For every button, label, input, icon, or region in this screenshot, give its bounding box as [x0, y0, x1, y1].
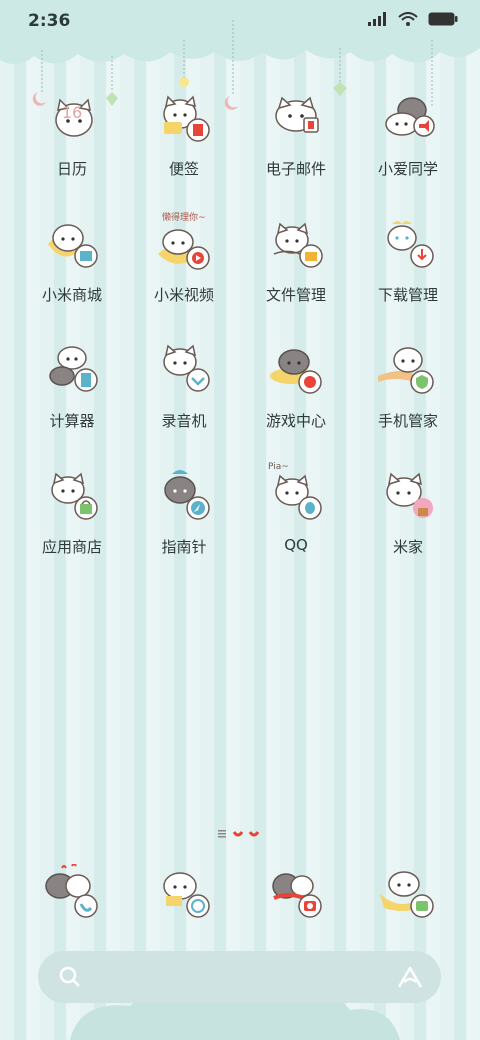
security-icon — [378, 347, 434, 394]
app-label: 指南针 — [161, 538, 207, 556]
app-label: 录音机 — [161, 412, 207, 430]
wifi-icon — [398, 12, 418, 26]
search-icon[interactable] — [58, 965, 82, 989]
app-mall[interactable]: 小米商城 — [22, 214, 122, 324]
app-video[interactable]: 懒得理你~ 小米视频 — [134, 213, 234, 324]
app-label: 手机管家 — [377, 412, 438, 430]
dock-camera[interactable] — [246, 864, 346, 934]
app-security[interactable]: 手机管家 — [358, 340, 458, 450]
status-bar: 2:36 — [0, 0, 480, 42]
app-label: 文件管理 — [265, 286, 326, 304]
qq-icon — [275, 474, 322, 520]
app-calendar[interactable]: 16 日历 — [22, 88, 122, 198]
app-store-icon — [51, 472, 98, 520]
game-center-icon — [270, 349, 322, 394]
app-label: 计算器 — [49, 412, 95, 430]
dock-messages[interactable] — [358, 864, 458, 934]
calculator-icon — [49, 346, 98, 392]
dock-browser[interactable] — [134, 864, 234, 934]
recorder-icon — [163, 344, 210, 392]
app-label: 电子邮件 — [265, 160, 326, 178]
page-indicator[interactable] — [218, 828, 264, 840]
browser-icon — [163, 872, 210, 918]
status-time: 2:36 — [28, 11, 71, 31]
app-file-manager[interactable]: 文件管理 — [246, 214, 346, 324]
app-download[interactable]: 下载管理 — [358, 214, 458, 324]
search-bar[interactable] — [38, 951, 441, 1003]
email-icon — [275, 96, 319, 133]
phone-icon — [45, 864, 98, 918]
download-icon — [387, 221, 434, 268]
app-calculator[interactable]: 计算器 — [22, 340, 122, 450]
app-store[interactable]: 应用商店 — [22, 466, 122, 576]
signal-icon — [368, 12, 386, 26]
battery-icon — [428, 12, 458, 26]
notes-icon — [163, 95, 210, 142]
app-mijia[interactable]: 米家 — [358, 466, 458, 576]
app-label: 小爱同学 — [377, 160, 438, 178]
app-recorder[interactable]: 录音机 — [134, 340, 234, 450]
messages-icon — [380, 871, 434, 918]
file-manager-icon — [273, 222, 323, 268]
calendar-icon: 16 — [55, 98, 93, 137]
camera-icon — [272, 873, 322, 918]
app-label: 小米视频 — [153, 286, 214, 304]
calendar-badge-text: 16 — [62, 103, 82, 122]
app-label: 下载管理 — [377, 286, 438, 304]
app-label: 应用商店 — [41, 538, 102, 556]
mijia-icon — [386, 472, 433, 518]
app-qq[interactable]: Pia~ QQ — [246, 462, 346, 576]
video-icon — [158, 229, 210, 270]
app-label: 小米商城 — [41, 286, 102, 304]
app-label: 游戏中心 — [265, 412, 326, 430]
dock — [0, 864, 480, 934]
app-label: QQ — [284, 536, 308, 554]
app-label: 便签 — [168, 160, 199, 178]
compass-icon — [164, 470, 210, 520]
app-assistant[interactable]: 小爱同学 — [358, 88, 458, 198]
dock-phone[interactable] — [22, 864, 122, 934]
app-email[interactable]: 电子邮件 — [246, 88, 346, 198]
app-game-center[interactable]: 游戏中心 — [246, 340, 346, 450]
assistant-voice-icon[interactable] — [397, 965, 423, 989]
app-label: 日历 — [56, 160, 87, 178]
assistant-icon — [385, 97, 435, 137]
mall-icon — [48, 224, 98, 268]
app-label: 米家 — [392, 538, 423, 556]
app-compass[interactable]: 指南针 — [134, 466, 234, 576]
app-notes[interactable]: 便签 — [134, 88, 234, 198]
